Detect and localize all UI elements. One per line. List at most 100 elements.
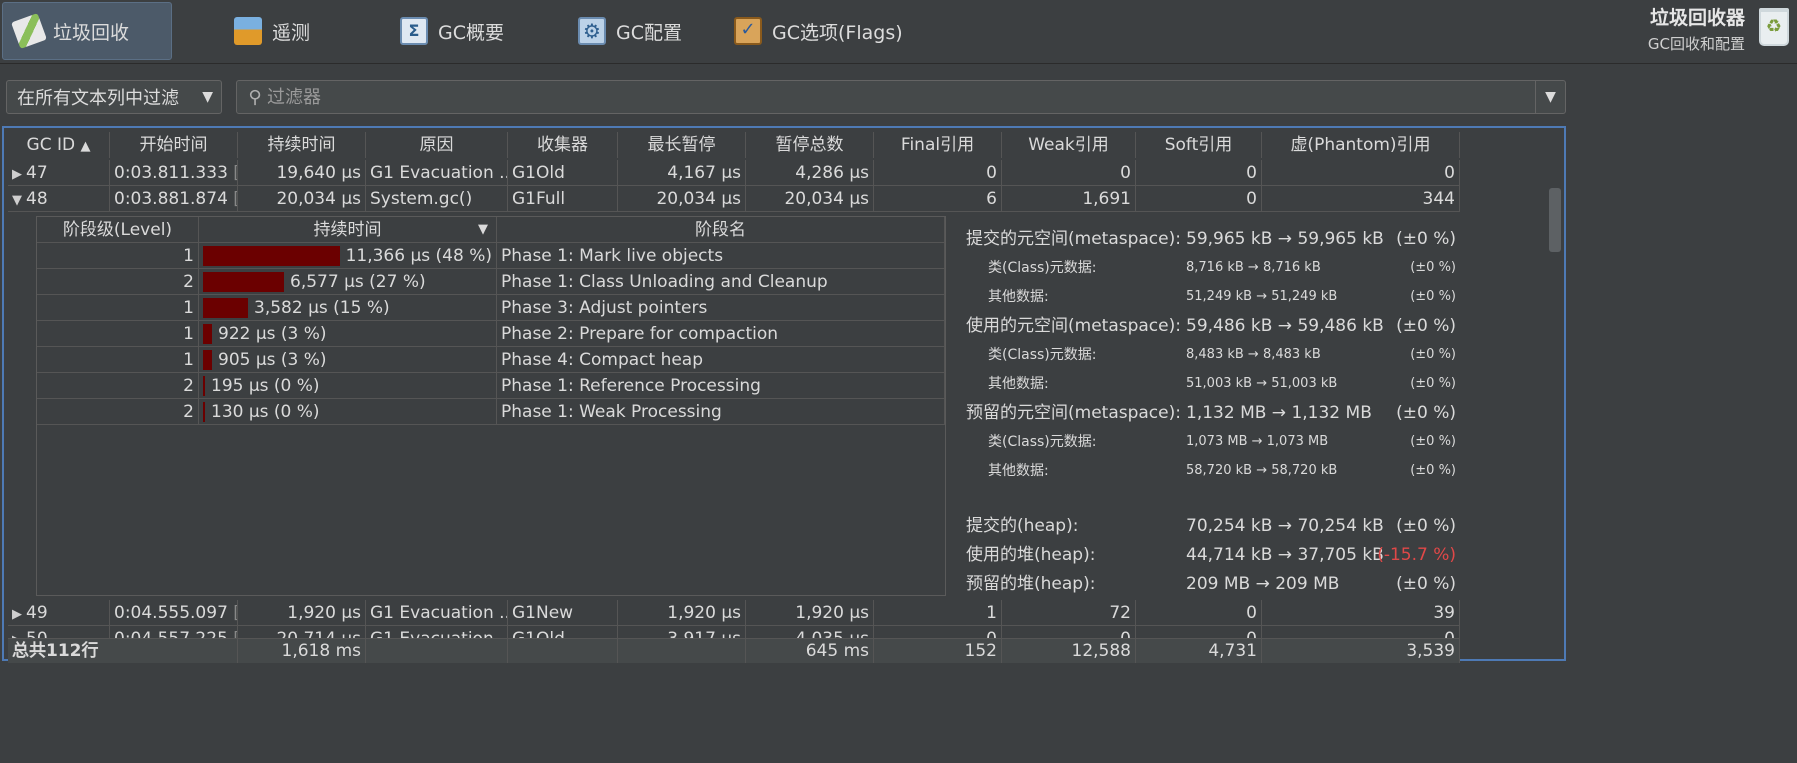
table-footer: 总共112行 1,618 ms 645 ms 152 12,588 4,731 …: [8, 638, 1460, 663]
col-cause[interactable]: 原因: [366, 132, 508, 158]
filter-input[interactable]: [267, 82, 1565, 112]
soft-ref-cell: 0: [1136, 600, 1262, 626]
longest-pause-cell: 1,920 μs: [618, 600, 746, 626]
phase-name: Phase 3: Adjust pointers: [497, 295, 945, 321]
col-phase-level[interactable]: 阶段级(Level): [37, 217, 199, 243]
col-gc-id[interactable]: GC ID ▲: [8, 132, 110, 158]
phase-duration-bar: [203, 324, 212, 344]
weak-ref-cell: 0: [1002, 160, 1136, 186]
search-icon: ⚲: [248, 86, 262, 108]
phase-name: Phase 1: Mark live objects: [497, 243, 945, 269]
collapse-arrow-icon[interactable]: ▼: [12, 188, 26, 212]
gc-id: 47: [26, 163, 48, 183]
phase-name: Phase 4: Compact heap: [497, 347, 945, 373]
start-time: 0:03.881.874: [114, 189, 228, 209]
phase-duration-bar: [203, 246, 340, 266]
expand-arrow-icon[interactable]: ▶: [12, 162, 26, 186]
col-longest-pause[interactable]: 最长暂停: [618, 132, 746, 158]
phase-name: Phase 2: Prepare for compaction: [497, 321, 945, 347]
stat-label: 类(Class)元数据:: [988, 260, 1097, 276]
phantom-ref-cell: 344: [1262, 186, 1460, 212]
scrollbar-thumb[interactable]: [1549, 188, 1561, 252]
tab-telemetry[interactable]: 遥测: [222, 2, 322, 60]
footer-final-ref: 152: [874, 639, 1002, 663]
phase-duration: 922 μs (3 %): [218, 324, 327, 344]
start-time-cell: 0:04.555.097 [...: [110, 600, 238, 626]
phase-row[interactable]: 1 905 μs (3 %) Phase 4: Compact heap: [37, 347, 945, 373]
gc-id-cell: ▼ 48: [8, 186, 110, 212]
col-soft-ref[interactable]: Soft引用: [1136, 132, 1262, 158]
stat-value: 70,254 kB → 70,254 kB: [1186, 516, 1384, 536]
stat-label: 类(Class)元数据:: [988, 347, 1097, 363]
phase-level: 2: [37, 269, 199, 295]
memory-stat-row: 其他数据: 51,003 kB → 51,003 kB (±0 %): [966, 371, 1456, 397]
phase-duration-cell: 195 μs (0 %): [199, 373, 497, 399]
phase-row[interactable]: 2 195 μs (0 %) Phase 1: Reference Processi…: [37, 373, 945, 399]
col-collector[interactable]: 收集器: [508, 132, 618, 158]
start-time-cell: 0:03.881.874 [...: [110, 186, 238, 212]
phase-level: 1: [37, 321, 199, 347]
filter-scope-select[interactable]: 在所有文本列中过滤 ▼: [6, 80, 222, 114]
vertical-scrollbar[interactable]: [1548, 188, 1562, 658]
memory-stat-row: 其他数据: 51,249 kB → 51,249 kB (±0 %): [966, 284, 1456, 310]
final-ref-cell: 1: [874, 600, 1002, 626]
col-total-pause[interactable]: 暂停总数: [746, 132, 874, 158]
table-row[interactable]: ▶49 0:04.555.097 [... 1,920 μs G1 Evacua…: [8, 600, 1460, 626]
col-start-time[interactable]: 开始时间: [110, 132, 238, 158]
gc-window: 垃圾回收 遥测 Σ GC概要 ⚙ GC配置 ✓ GC选项(Flags) 垃圾回收…: [0, 0, 1797, 763]
expand-arrow-icon[interactable]: ▶: [12, 602, 26, 626]
footer-collector: [508, 639, 618, 663]
page-subtitle: GC回收和配置: [1647, 35, 1745, 53]
stat-label: 类(Class)元数据:: [988, 434, 1097, 450]
cause-cell: System.gc(): [366, 186, 508, 212]
memory-stat-row: 预留的元空间(metaspace): 1,132 MB → 1,132 MB (±0…: [966, 400, 1456, 426]
phase-duration-cell: 922 μs (3 %): [199, 321, 497, 347]
footer-longest: [618, 639, 746, 663]
phase-row[interactable]: 2 130 μs (0 %) Phase 1: Weak Processing: [37, 399, 945, 425]
stat-value: 51,003 kB → 51,003 kB: [1186, 376, 1338, 391]
phase-duration: 11,366 μs (48 %): [345, 246, 492, 266]
col-phantom-ref[interactable]: 虚(Phantom)引用: [1262, 132, 1460, 158]
tab-gc-summary[interactable]: Σ GC概要: [388, 2, 516, 60]
start-time: 0:04.555.097: [114, 603, 228, 623]
longest-pause-cell: 4,167 μs: [618, 160, 746, 186]
phase-duration: 6,577 μs (27 %): [290, 272, 426, 292]
footer-cause: [366, 639, 508, 663]
phase-row[interactable]: 1 922 μs (3 %) Phase 2: Prepare for compac…: [37, 321, 945, 347]
final-ref-cell: 6: [874, 186, 1002, 212]
sort-desc-icon: ▼: [478, 222, 488, 237]
footer-phantom-ref: 3,539: [1262, 639, 1460, 663]
phase-row[interactable]: 2 6,577 μs (27 %) Phase 1: Class Unloading…: [37, 269, 945, 295]
cause-cell: G1 Evacuation ...: [366, 600, 508, 626]
tab-gc-config[interactable]: ⚙ GC配置: [566, 2, 694, 60]
phase-duration-bar: [203, 298, 248, 318]
col-phase-duration[interactable]: 持续时间 ▼: [199, 217, 497, 243]
phase-row[interactable]: 1 11,366 μs (48 %) Phase 1: Mark live obje…: [37, 243, 945, 269]
stat-change: (±0 %): [1396, 316, 1456, 336]
soft-ref-cell: 0: [1136, 186, 1262, 212]
memory-stat-row: 提交的元空间(metaspace): 59,965 kB → 59,965 kB (…: [966, 226, 1456, 252]
phase-level: 2: [37, 399, 199, 425]
stat-value: 44,714 kB → 37,705 kB: [1186, 545, 1384, 565]
gc-id-cell: ▶ 47: [8, 160, 110, 186]
tab-gc-flags[interactable]: ✓ GC选项(Flags): [722, 2, 915, 60]
gc-id: 49: [26, 603, 48, 623]
tab-garbage-collection[interactable]: 垃圾回收: [2, 2, 172, 60]
col-duration[interactable]: 持续时间: [238, 132, 366, 158]
col-final-ref[interactable]: Final引用: [874, 132, 1002, 158]
col-phase-name[interactable]: 阶段名: [497, 217, 945, 243]
gc-table: GC ID ▲ 开始时间 持续时间 原因 收集器 最长暂停 暂停总数 Final…: [2, 126, 1566, 663]
filter-history-dropdown[interactable]: ▼: [1535, 81, 1565, 113]
phase-duration-bar: [203, 272, 284, 292]
phase-duration-cell: 905 μs (3 %): [199, 347, 497, 373]
phase-duration-cell: 3,582 μs (15 %): [199, 295, 497, 321]
table-row[interactable]: ▶47 0:03.811.333 [... 19,640 μs G1 Evacu…: [8, 160, 1460, 186]
phase-level: 1: [37, 347, 199, 373]
stat-change: (±0 %): [1410, 347, 1456, 362]
clipboard-check-icon: ✓: [734, 17, 762, 45]
stat-value: 59,965 kB → 59,965 kB: [1186, 229, 1384, 249]
table-row[interactable]: ▼48 0:03.881.874 [... 20,034 μs System.g…: [8, 186, 1460, 212]
phase-row[interactable]: 1 3,582 μs (15 %) Phase 3: Adjust pointers: [37, 295, 945, 321]
collector-cell: G1New: [508, 600, 618, 626]
col-weak-ref[interactable]: Weak引用: [1002, 132, 1136, 158]
